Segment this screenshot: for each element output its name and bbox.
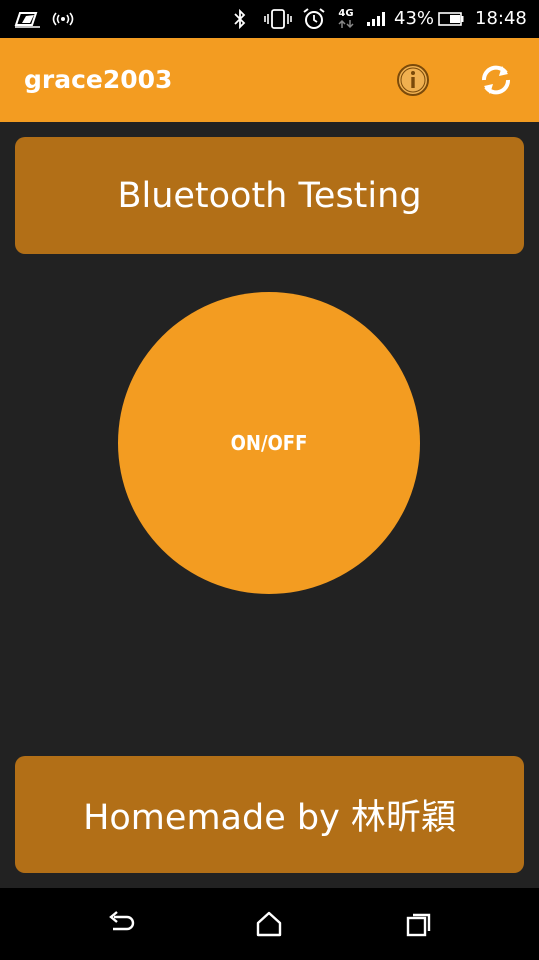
navigation-bar [0,888,539,960]
power-toggle-button[interactable]: ON/OFF [118,292,420,594]
home-icon[interactable] [249,904,289,944]
status-bar: 4G 43% 18:48 [0,0,539,38]
clock: 18:48 [475,8,527,29]
network-type-label: 4G [338,8,354,19]
battery-saver-icon [14,0,42,38]
app-title: grace2003 [24,65,173,94]
info-icon[interactable] [391,58,435,102]
bluetooth-icon [232,0,248,38]
refresh-icon[interactable] [474,58,518,102]
battery-percent: 43% [394,8,435,29]
nfc-icon [52,0,74,38]
app-bar: grace2003 [0,38,539,122]
vibrate-icon [264,0,292,38]
signal-icon [366,0,388,38]
network-4g-icon: 4G [338,0,354,38]
back-icon[interactable] [100,904,140,944]
alarm-icon [302,0,326,38]
header-banner: Bluetooth Testing [15,137,524,254]
battery-icon [438,0,464,38]
recents-icon[interactable] [399,904,439,944]
footer-banner: Homemade by 林昕穎 [15,756,524,873]
